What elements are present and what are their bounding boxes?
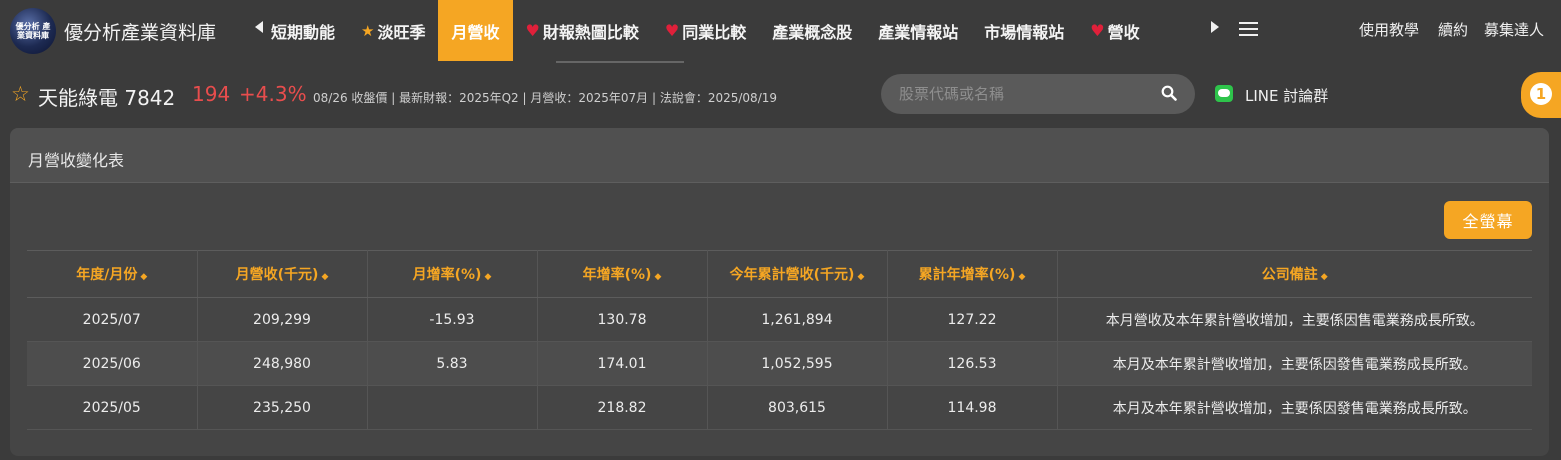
table-row: 2025/07 209,299 -15.93 130.78 1,261,894 … [27,297,1532,342]
stock-search-box [881,74,1195,114]
nav-item-label: 產業情報站 [878,22,959,42]
nav-scroll-right-icon[interactable] [1211,21,1219,33]
cell-ytd-yoy: 126.53 [887,341,1058,386]
cell-remark: 本月營收及本年累計營收增加，主要係因售電業務成長所致。 [1057,297,1532,342]
side-notification-tab[interactable]: 1 [1521,72,1561,118]
nav-item-seasonality[interactable]: ★ 淡旺季 [348,0,438,61]
sort-icon: ◆ [857,272,865,282]
nav-item-label: 同業比較 [682,22,747,42]
cell-yoy: 130.78 [537,297,708,342]
heart-icon: ♥ [1090,21,1105,40]
column-header-remark[interactable]: 公司備註 ◆ [1057,250,1532,298]
stock-meta: 08/26 收盤價 | 最新財報：2025年Q2 | 月營收：2025年07月 … [313,91,778,105]
top-navbar: 優分析 產業資料庫 優分析產業資料庫 短期動能 ★ 淡旺季 月營收 ♥ 財報熱圖比較… [0,0,1561,61]
cell-remark: 本月及本年累計營收增加，主要係因發售電業務成長所致。 [1057,341,1532,386]
cell-ytd-revenue: 1,052,595 [707,341,888,386]
sort-icon: ◆ [140,272,148,282]
cell-ytd-yoy: 114.98 [887,385,1058,430]
column-header-label: 年增率(%) [582,267,652,283]
fullscreen-button[interactable]: 全螢幕 [1444,201,1532,239]
panel-header: 月營收變化表 [10,128,1549,183]
nav-scroll-indicator [556,61,684,63]
cell-yoy: 174.01 [537,341,708,386]
column-header-label: 公司備註 [1261,267,1318,283]
nav-recruit-link[interactable]: 募集達人 [1484,19,1544,40]
search-icon[interactable] [1161,85,1177,101]
nav-item-revenue[interactable]: ♥ 營收 [1077,0,1152,61]
cell-mom [367,385,538,430]
column-header-label: 月增率(%) [412,267,482,283]
nav-item-label: 財報熱圖比較 [542,22,639,42]
cell-mom: -15.93 [367,297,538,342]
cell-monthly-revenue: 248,980 [197,341,368,386]
brand-logo[interactable]: 優分析 產業資料庫 [10,8,56,54]
nav-item-monthly-revenue[interactable]: 月營收 [438,0,513,61]
sort-icon: ◆ [1320,272,1328,282]
cell-period: 2025/07 [27,297,198,342]
nav-tutorial-link[interactable]: 使用教學 [1359,19,1419,40]
nav-menu: 短期動能 ★ 淡旺季 月營收 ♥ 財報熱圖比較 ♥ 同業比較 產業概念股 產業情報站 … [271,0,1201,61]
heart-icon: ♥ [525,21,540,40]
nav-item-label: 產業概念股 [772,22,853,42]
nav-item-label: 營收 [1107,22,1140,42]
stock-search-input[interactable] [899,84,1149,104]
cell-remark: 本月及本年累計營收增加，主要係因發售電業務成長所致。 [1057,385,1532,430]
cell-period: 2025/05 [27,385,198,430]
nav-item-peer-comparison[interactable]: ♥ 同業比較 [652,0,759,61]
table-row: 2025/05 235,250 218.82 803,615 114.98 本月… [27,385,1532,430]
nav-renew-link[interactable]: 續約 [1438,19,1468,40]
nav-item-label: 市場情報站 [984,22,1065,42]
cell-monthly-revenue: 209,299 [197,297,368,342]
nav-item-market-intel[interactable]: 市場情報站 [971,0,1077,61]
cell-mom: 5.83 [367,341,538,386]
nav-item-financial-heatmap[interactable]: ♥ 財報熱圖比較 [513,0,652,61]
column-header-label: 月營收(千元) [235,267,319,283]
column-header-ytd-yoy[interactable]: 累計年增率(%) ◆ [887,250,1058,298]
column-header-yoy[interactable]: 年增率(%) ◆ [537,250,708,298]
line-app-icon[interactable] [1215,85,1233,102]
column-header-label: 今年累計營收(千元) [729,267,855,283]
cell-period: 2025/06 [27,341,198,386]
notification-count: 1 [1530,83,1552,105]
brand-name[interactable]: 優分析產業資料庫 [64,18,216,45]
nav-item-industry-intel[interactable]: 產業情報站 [865,0,971,61]
table-row: 2025/06 248,980 5.83 174.01 1,052,595 12… [27,341,1532,386]
column-header-mom[interactable]: 月增率(%) ◆ [367,250,538,298]
column-header-period[interactable]: 年度/月份 ◆ [27,250,198,298]
table-header-row: 年度/月份 ◆ 月營收(千元) ◆ 月增率(%) ◆ 年增率(%) ◆ 今年累計營收(千… [27,250,1532,298]
sort-icon: ◆ [484,272,492,282]
cell-ytd-revenue: 803,615 [707,385,888,430]
heart-icon: ♥ [664,21,680,40]
hamburger-menu-icon[interactable] [1239,22,1258,37]
nav-scroll-left-icon[interactable] [255,21,263,33]
cell-ytd-revenue: 1,261,894 [707,297,888,342]
line-group-link[interactable]: LINE 討論群 [1245,85,1328,106]
column-header-ytd-revenue[interactable]: 今年累計營收(千元) ◆ [707,250,888,298]
column-header-monthly-revenue[interactable]: 月營收(千元) ◆ [197,250,368,298]
column-header-label: 年度/月份 [76,267,138,283]
stock-change: +4.3% [239,82,307,106]
cell-ytd-yoy: 127.22 [887,297,1058,342]
logo-text: 優分析 產業資料庫 [15,22,51,40]
sort-icon: ◆ [1018,272,1026,282]
favorite-star-icon[interactable]: ☆ [11,84,30,105]
cell-monthly-revenue: 235,250 [197,385,368,430]
nav-item-label: 短期動能 [271,22,336,42]
stock-name: 天能綠電 7842 [38,86,176,110]
cell-yoy: 218.82 [537,385,708,430]
star-icon: ★ [361,21,375,40]
monthly-revenue-table: 年度/月份 ◆ 月營收(千元) ◆ 月增率(%) ◆ 年增率(%) ◆ 今年累計營收(千… [27,250,1532,430]
sort-icon: ◆ [654,272,662,282]
panel-title: 月營收變化表 [28,151,125,170]
column-header-label: 累計年增率(%) [918,267,1016,283]
nav-item-label: 月營收 [451,22,500,42]
nav-item-short-term-momentum[interactable]: 短期動能 [271,0,348,61]
nav-item-industry-concept-stocks[interactable]: 產業概念股 [759,0,865,61]
stock-price: 194 [192,82,231,106]
sort-icon: ◆ [321,272,329,282]
monthly-revenue-panel: 月營收變化表 全螢幕 年度/月份 ◆ 月營收(千元) ◆ 月增率(%) ◆ 年增率(%… [10,128,1549,456]
nav-item-label: 淡旺季 [377,22,426,42]
